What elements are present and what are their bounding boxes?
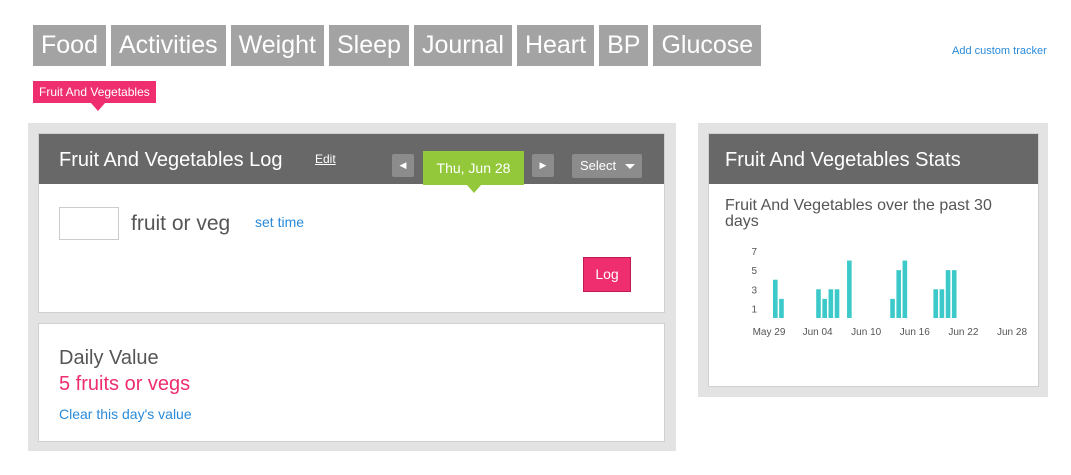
stats-title: Fruit And Vegetables Stats [725,149,961,171]
chevron-left-icon: ◀ [399,160,407,170]
chart-title: Fruit And Vegetables over the past 30 da… [725,197,992,230]
add-custom-tracker-link[interactable]: Add custom tracker [952,45,1047,57]
tab-sleep[interactable]: Sleep [328,25,409,66]
tab-weight[interactable]: Weight [230,25,324,66]
tab-bp[interactable]: BP [599,25,649,66]
daily-value-title: Daily Value [59,347,159,369]
tab-glucose[interactable]: Glucose [653,25,762,66]
clear-day-value-link[interactable]: Clear this day's value [59,406,192,422]
tab-activities[interactable]: Activities [110,25,226,66]
chart-bar [890,298,895,318]
chart-bar [902,260,908,318]
x-tick-label: Jun 10 [851,327,881,338]
tab-food[interactable]: Food [33,25,106,66]
caret-down-icon [625,164,635,169]
quantity-input[interactable] [59,207,119,240]
log-title: Fruit And Vegetables Log [59,149,283,171]
subtab-fruit-and-vegetables[interactable]: Fruit And Vegetables [33,81,156,111]
daily-value-text: 5 fruits or vegs [59,373,191,395]
y-tick-label: 5 [751,266,757,277]
chart-bar [816,289,821,318]
chevron-right-icon: ▶ [539,160,547,170]
chart-bar [896,270,901,318]
log-panel: Fruit And Vegetables Log Edit ◀ Thu, Jun… [38,133,665,313]
chart-bar [822,298,827,318]
x-tick-label: Jun 16 [900,327,930,338]
x-tick-label: Jun 22 [948,327,978,338]
chart-bar [945,270,951,318]
stats-panel: Fruit And Vegetables Stats Fruit And Veg… [708,133,1039,387]
set-time-link[interactable]: set time [255,214,304,230]
prev-day-button[interactable]: ◀ [392,154,414,177]
date-pointer [467,185,481,193]
x-tick-label: Jun 28 [997,327,1027,338]
next-day-button[interactable]: ▶ [532,154,554,177]
x-tick-label: May 29 [753,327,786,338]
y-tick-label: 7 [751,247,757,258]
y-tick-label: 3 [751,285,757,296]
chart-bar [939,289,945,318]
chart-bar [847,260,852,318]
fruit-veg-bar-chart: 1 3 5 7 May 29 Jun 04 Jun 10 Jun 16 Jun 22 Jun 28 [751,247,1027,338]
daily-value-panel: Daily Value 5 fruits or vegs Clear this … [38,323,665,442]
date-label: Thu, Jun 28 [436,160,511,176]
tracker-tabs: Food Activities Weight Sleep Journal Hea… [33,25,762,66]
select-dropdown[interactable]: Select [572,154,642,178]
tab-journal[interactable]: Journal [413,25,512,66]
log-panel-header: Fruit And Vegetables Log Edit ◀ Thu, Jun… [39,134,664,193]
log-button[interactable]: Log [583,257,631,292]
chart-bar [828,289,834,318]
chart-bar [773,279,778,318]
unit-label: fruit or veg [131,212,231,235]
chart-bar [951,270,957,318]
select-label: Select [580,158,617,173]
chart-bar [933,289,939,318]
stats-panel-header: Fruit And Vegetables Stats [709,134,1038,184]
chart-bar [779,298,784,318]
y-tick-label: 1 [751,304,757,315]
edit-link[interactable]: Edit [315,152,336,166]
x-tick-label: Jun 04 [803,327,833,338]
date-picker[interactable]: Thu, Jun 28 [423,151,524,193]
subtab-pointer [91,103,105,111]
tab-heart[interactable]: Heart [516,25,595,66]
subtab-label: Fruit And Vegetables [39,85,150,99]
chart-bar [834,289,840,318]
